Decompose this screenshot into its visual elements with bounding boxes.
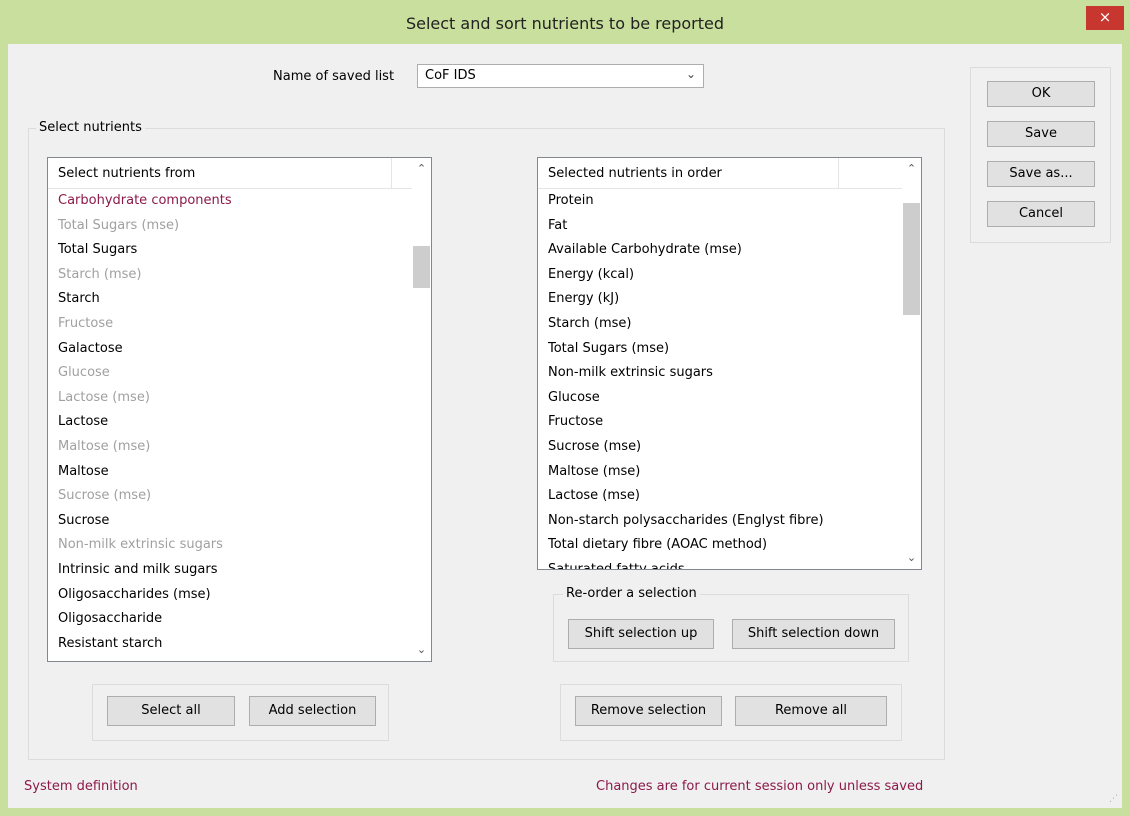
selected-list-header-label: Selected nutrients in order	[548, 166, 722, 181]
list-item[interactable]: Lactose	[48, 410, 412, 435]
list-item[interactable]: Maltose (mse)	[538, 460, 902, 485]
save-button[interactable]: Save	[987, 121, 1095, 147]
selected-list-items: Protein Fat Available Carbohydrate (mse)…	[538, 189, 902, 569]
reorder-title: Re-order a selection	[563, 586, 700, 601]
selected-list-header[interactable]: Selected nutrients in order	[538, 158, 902, 189]
add-selection-button[interactable]: Add selection	[249, 696, 376, 726]
list-item[interactable]: Oligosaccharide	[48, 607, 412, 632]
header-divider	[838, 158, 839, 188]
list-item[interactable]: Starch	[48, 287, 412, 312]
source-list-header-label: Select nutrients from	[58, 166, 196, 181]
title-bar[interactable]: Select and sort nutrients to be reported…	[0, 0, 1130, 44]
shift-down-button[interactable]: Shift selection down	[732, 619, 895, 649]
dialog-body: Name of saved list CoF IDS ⌄ OK Save Sav…	[8, 44, 1122, 808]
list-item[interactable]: Non-milk extrinsic sugars	[538, 361, 902, 386]
session-note-label: Changes are for current session only unl…	[596, 779, 924, 794]
list-item[interactable]: Intrinsic and milk sugars	[48, 558, 412, 583]
action-buttons-panel: OK Save Save as... Cancel	[970, 67, 1111, 243]
list-item[interactable]: Maltose	[48, 460, 412, 485]
remove-all-button[interactable]: Remove all	[735, 696, 887, 726]
chevron-up-icon[interactable]: ⌃	[412, 160, 431, 178]
list-item[interactable]: Total Sugars	[48, 238, 412, 263]
selected-list-scrollbar[interactable]: ⌃ ⌄	[902, 158, 921, 569]
list-item[interactable]: Sucrose (mse)	[48, 484, 412, 509]
dialog-window: Select and sort nutrients to be reported…	[0, 0, 1130, 816]
list-item[interactable]: Resistant starch	[48, 632, 412, 657]
remove-buttons-group: Remove selection Remove all	[560, 684, 902, 741]
select-nutrients-title: Select nutrients	[36, 120, 145, 135]
chevron-up-icon[interactable]: ⌃	[902, 160, 921, 178]
system-definition-label: System definition	[24, 779, 138, 794]
list-item[interactable]: Galactose	[48, 337, 412, 362]
list-item[interactable]: Starch (mse)	[48, 263, 412, 288]
cancel-button[interactable]: Cancel	[987, 201, 1095, 227]
close-button[interactable]: ×	[1086, 6, 1124, 30]
list-item[interactable]: Lactose (mse)	[538, 484, 902, 509]
scrollbar-thumb[interactable]	[413, 246, 430, 288]
list-item[interactable]: Fructose	[48, 312, 412, 337]
list-item[interactable]: Glucose	[538, 386, 902, 411]
list-item[interactable]: Saturated fatty acids	[538, 558, 902, 569]
chevron-down-icon: ⌄	[685, 67, 696, 81]
close-icon: ×	[1098, 8, 1112, 26]
list-item[interactable]: Oligosaccharides (mse)	[48, 583, 412, 608]
source-list-header[interactable]: Select nutrients from	[48, 158, 412, 189]
dialog-title: Select and sort nutrients to be reported	[405, 14, 725, 33]
list-item[interactable]: Energy (kcal)	[538, 263, 902, 288]
list-item[interactable]: Total Sugars (mse)	[48, 214, 412, 239]
list-item[interactable]: Protein	[538, 189, 902, 214]
ok-button[interactable]: OK	[987, 81, 1095, 107]
scrollbar-thumb[interactable]	[903, 203, 920, 315]
saved-list-label: Name of saved list	[273, 69, 395, 84]
list-item[interactable]: Non-milk extrinsic sugars	[48, 533, 412, 558]
select-all-button[interactable]: Select all	[107, 696, 235, 726]
list-item[interactable]: Fructose	[538, 410, 902, 435]
list-item[interactable]: Total Sugars (mse)	[538, 337, 902, 362]
saved-list-value: CoF IDS	[425, 68, 476, 83]
list-item[interactable]: Sucrose	[48, 509, 412, 534]
list-item[interactable]: Energy (kJ)	[538, 287, 902, 312]
chevron-down-icon[interactable]: ⌄	[412, 641, 431, 659]
chevron-down-icon[interactable]: ⌄	[902, 549, 921, 567]
source-nutrients-list[interactable]: Select nutrients from Carbohydrate compo…	[47, 157, 432, 662]
selected-nutrients-list[interactable]: Selected nutrients in order Protein Fat …	[537, 157, 922, 570]
source-list-scrollbar[interactable]: ⌃ ⌄	[412, 158, 431, 661]
remove-selection-button[interactable]: Remove selection	[575, 696, 722, 726]
save-as-button[interactable]: Save as...	[987, 161, 1095, 187]
list-item[interactable]: Glucose	[48, 361, 412, 386]
list-item[interactable]: Fat	[538, 214, 902, 239]
list-item[interactable]: Sucrose (mse)	[538, 435, 902, 460]
saved-list-dropdown[interactable]: CoF IDS ⌄	[417, 64, 704, 88]
resize-grip-icon[interactable]: ⋰	[1109, 794, 1118, 804]
header-divider	[391, 158, 392, 188]
source-list-items: Carbohydrate components Total Sugars (ms…	[48, 189, 412, 661]
list-item[interactable]: Available Carbohydrate (mse)	[538, 238, 902, 263]
shift-up-button[interactable]: Shift selection up	[568, 619, 714, 649]
list-item[interactable]: Lactose (mse)	[48, 386, 412, 411]
list-item[interactable]: Maltose (mse)	[48, 435, 412, 460]
list-item[interactable]: Carbohydrate components	[48, 189, 412, 214]
list-item[interactable]: Non-starch polysaccharides (Englyst fibr…	[538, 509, 902, 534]
add-buttons-group: Select all Add selection	[92, 684, 389, 741]
list-item[interactable]: Starch (mse)	[538, 312, 902, 337]
list-item[interactable]: Total dietary fibre (AOAC method)	[538, 533, 902, 558]
